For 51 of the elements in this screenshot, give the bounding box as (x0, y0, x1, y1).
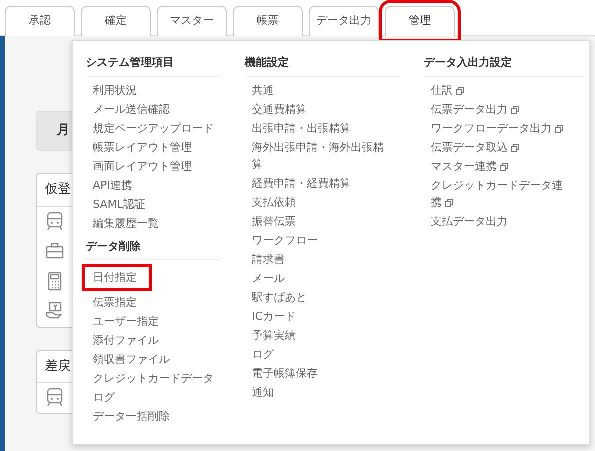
menu-link[interactable]: ICカード (245, 306, 300, 326)
menu-link[interactable]: 伝票データ取込 (424, 138, 523, 156)
menu-link[interactable]: API連携 (86, 176, 136, 194)
payment-icon (45, 300, 65, 320)
tab[interactable]: データ出力 (309, 6, 379, 36)
menu-link[interactable]: 支払データ出力 (424, 212, 512, 230)
menu-link[interactable]: ユーザー指定 (86, 312, 163, 331)
menu-link[interactable]: SAML認証 (86, 194, 150, 214)
tab[interactable]: 帳票 (233, 6, 303, 36)
briefcase-icon (45, 240, 65, 260)
tab[interactable]: マスター (157, 6, 227, 36)
menu-link[interactable]: 編集履歴一覧 (86, 214, 163, 232)
menu-link[interactable]: 経費申請・経費精算 (245, 174, 355, 192)
train-icon (45, 387, 65, 407)
tab[interactable]: 確定 (81, 6, 151, 36)
menu-link[interactable]: 画面レイアウト管理 (86, 156, 196, 176)
menu-link[interactable]: ワークフローデータ出力 (424, 118, 567, 138)
menu-link[interactable]: ワークフロー (245, 230, 322, 250)
menu-link[interactable]: クレジットカードデータ (86, 369, 218, 388)
menu-link[interactable]: 交通費精算 (245, 100, 311, 118)
menu-link[interactable]: ログ (245, 344, 278, 364)
menu-link[interactable]: 仕訳 (424, 80, 468, 100)
menu-link[interactable]: 駅すぱあと (245, 288, 311, 306)
menu-link[interactable]: 請求書 (245, 250, 289, 268)
menu-link[interactable]: 共通 (245, 80, 278, 100)
menu-link[interactable]: 振替伝票 (245, 212, 300, 230)
menu-link[interactable]: データ一括削除 (86, 407, 174, 426)
section-heading: データ入出力設定 (424, 53, 584, 76)
section-heading: データ削除 (86, 236, 221, 260)
panel-title: 差戻 (45, 358, 71, 374)
menu-link[interactable]: メール (245, 268, 289, 288)
menu-link[interactable]: クレジットカードデータ連携 (424, 176, 574, 212)
section-heading: 機能設定 (245, 53, 400, 76)
menu-link[interactable]: 日付指定 (82, 264, 152, 291)
train-icon (45, 210, 65, 230)
menu-link[interactable]: 利用状況 (86, 80, 141, 100)
tab[interactable]: 承認 (5, 6, 75, 36)
menu-link[interactable]: 伝票指定 (86, 293, 141, 312)
menu-link[interactable]: 海外出張申請・海外出張精算 (245, 138, 395, 174)
menu-link[interactable]: 添付ファイル (86, 331, 163, 350)
section-heading: システム管理項目 (86, 53, 221, 76)
menu-link[interactable]: ログ (86, 388, 119, 407)
menu-link[interactable]: 予算実績 (245, 326, 300, 344)
menu-link[interactable]: 出張申請・出張精算 (245, 118, 355, 138)
menu-link[interactable]: 電子帳簿保存 (245, 364, 322, 382)
menu-link[interactable]: 支払依頼 (245, 192, 300, 212)
menu-link[interactable]: 領収書ファイル (86, 350, 174, 369)
menu-link[interactable]: 伝票データ出力 (424, 100, 523, 118)
panel-title: 仮登 (45, 182, 71, 197)
menu-link[interactable]: 通知 (245, 382, 278, 402)
menu-link[interactable]: マスター連携 (424, 156, 512, 176)
